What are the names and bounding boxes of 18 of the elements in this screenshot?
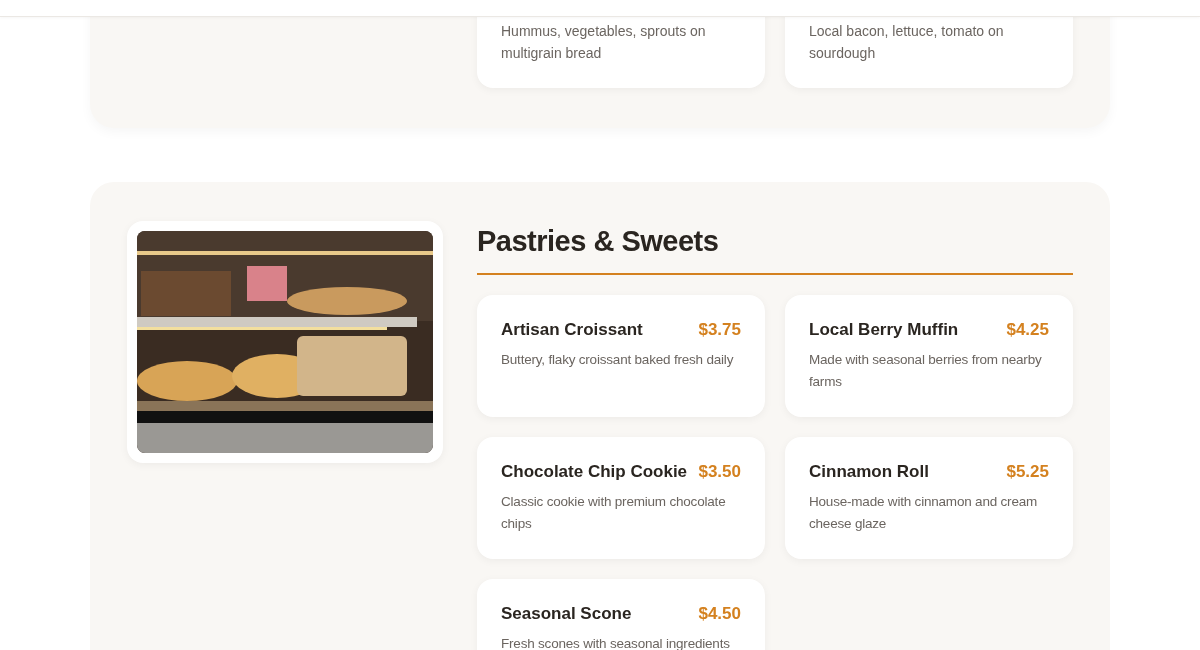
item-description: Buttery, flaky croissant baked fresh daily (501, 351, 735, 369)
item-description: Made with seasonal berries from nearby farms (809, 351, 1043, 391)
item-name: Cinnamon Roll (809, 461, 929, 484)
item-name: Artisan Croissant (501, 319, 643, 342)
section-heading: Pastries & Sweets (477, 224, 720, 259)
item-price: $4.50 (698, 603, 741, 626)
item-description: Classic cookie with premium chocolate chips (501, 493, 727, 533)
item-price: $5.25 (1006, 461, 1049, 484)
item-name: Seasonal Scone (501, 603, 632, 626)
item-price: $3.75 (698, 319, 741, 342)
item-price: $3.50 (698, 461, 741, 484)
item-name: Local Berry Muffin (809, 319, 959, 342)
item-name: Chocolate Chip Cookie (501, 461, 688, 484)
item-price: $4.25 (1006, 319, 1049, 342)
item-description: Local bacon, lettuce, tomato on sourdough (809, 22, 1005, 63)
item-description: Hummus, vegetables, sprouts on multigrain bread (501, 22, 707, 63)
item-description: Fresh scones with seasonal ingredients (501, 635, 731, 650)
item-description: House-made with cinnamon and cream cheese glaze (809, 493, 1039, 533)
